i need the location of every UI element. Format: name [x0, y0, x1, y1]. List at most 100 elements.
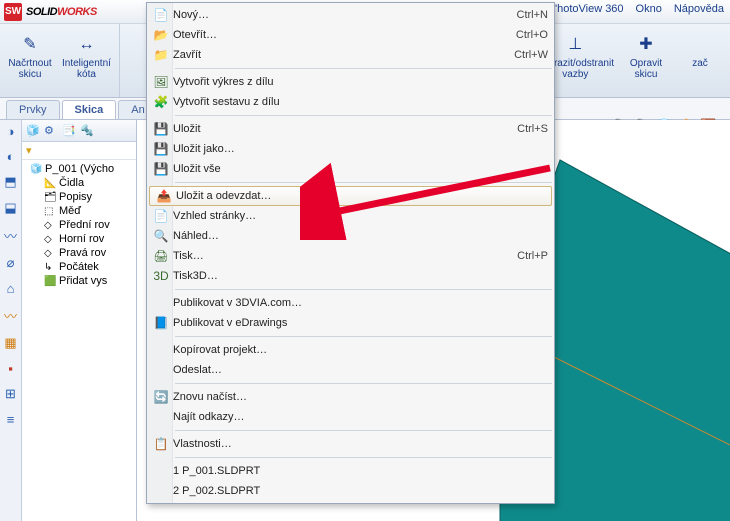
- feature-tree-panel: 🧊 ⚙ 📑 🔩 ▾ 🧊 P_001 (Výcho 📐Čidla🗂Popisy⬚M…: [22, 120, 137, 521]
- tool-icon[interactable]: ⬓: [4, 200, 16, 216]
- tree-item[interactable]: 🟩Přidat vys: [24, 274, 134, 288]
- tree-item[interactable]: ⬚Měď: [24, 204, 134, 218]
- sketch-button[interactable]: ✎ Načrtnout skicu: [8, 28, 52, 80]
- menu-item[interactable]: 💾UložitCtrl+S: [147, 119, 554, 139]
- menu-item-label: Uložit a odevzdat…: [176, 190, 545, 202]
- tool-icon[interactable]: ≡: [7, 412, 15, 427]
- panel-tab-icon[interactable]: ⚙: [44, 124, 58, 138]
- menu-item[interactable]: 📂Otevřít…Ctrl+O: [147, 25, 554, 45]
- funnel-icon: ▾: [26, 144, 32, 157]
- menu-item-icon: 📄: [149, 209, 173, 223]
- smart-dimension-button[interactable]: ↔ Inteligentní kóta: [62, 28, 111, 80]
- menu-item[interactable]: 🔄Znovu načíst…: [147, 387, 554, 407]
- tool-icon[interactable]: ▪: [8, 361, 13, 376]
- menu-item-label: Najít odkazy…: [173, 411, 548, 423]
- brand-works: WORKS: [57, 6, 97, 18]
- app-title: SOLIDWORKS: [26, 6, 97, 18]
- filter-bar[interactable]: ▾: [22, 142, 136, 160]
- panel-tab-icon[interactable]: 🧊: [26, 124, 40, 138]
- menu-item-label: Otevřít…: [173, 29, 516, 41]
- menu-separator: [175, 336, 552, 337]
- menu-item[interactable]: 🔍Náhled…: [147, 226, 554, 246]
- menu-item[interactable]: 📄Nový…Ctrl+N: [147, 5, 554, 25]
- tree-item[interactable]: ◇Přední rov: [24, 218, 134, 232]
- tool-icon[interactable]: ⬒: [4, 174, 16, 190]
- menu-item-label: Znovu načíst…: [173, 391, 548, 403]
- tool-icon[interactable]: ⌀: [7, 255, 15, 271]
- tool-icon[interactable]: 〰: [4, 226, 17, 245]
- tool-icon[interactable]: ⊞: [5, 386, 16, 402]
- feature-tree: 🧊 P_001 (Výcho 📐Čidla🗂Popisy⬚Měď◇Přední …: [22, 160, 136, 290]
- menu-item-label: Publikovat v eDrawings: [173, 317, 548, 329]
- tree-item-label: Pravá rov: [59, 247, 106, 259]
- tree-item-label: Popisy: [59, 191, 92, 203]
- tree-item[interactable]: ↳Počátek: [24, 260, 134, 274]
- tree-item-label: Měď: [59, 205, 81, 217]
- menu-item-label: Kopírovat projekt…: [173, 344, 548, 356]
- menu-item[interactable]: 3DTisk3D…: [147, 266, 554, 286]
- menu-item[interactable]: 1 P_001.SLDPRT: [147, 461, 554, 481]
- tree-root[interactable]: 🧊 P_001 (Výcho: [24, 162, 134, 176]
- menu-item[interactable]: Najít odkazy…: [147, 407, 554, 427]
- menu-item[interactable]: 💾Uložit vše: [147, 159, 554, 179]
- menu-separator: [175, 457, 552, 458]
- tree-item-icon: ⬚: [44, 206, 56, 217]
- menu-photoview[interactable]: 'hotoView 360: [555, 3, 624, 15]
- menu-item[interactable]: 💾Uložit jako…: [147, 139, 554, 159]
- menu-item-label: Náhled…: [173, 230, 548, 242]
- zac-label: zač: [692, 58, 708, 69]
- menu-item-label: Uložit vše: [173, 163, 548, 175]
- tab-prvky[interactable]: Prvky: [6, 100, 60, 119]
- tree-item-icon: ◇: [44, 248, 56, 259]
- menu-separator: [175, 383, 552, 384]
- menu-item-label: Odeslat…: [173, 364, 548, 376]
- tree-item[interactable]: 📐Čidla: [24, 176, 134, 190]
- panel-tab-icon[interactable]: 📑: [62, 124, 76, 138]
- menu-item[interactable]: 📁ZavřítCtrl+W: [147, 45, 554, 65]
- tree-item-icon: ↳: [44, 262, 56, 273]
- menu-item-icon: 📁: [149, 48, 173, 62]
- menu-item-icon: 3D: [149, 269, 173, 283]
- zac-button[interactable]: zač: [678, 28, 722, 69]
- menu-item[interactable]: 📘Publikovat v eDrawings: [147, 313, 554, 333]
- menu-item[interactable]: 2 P_002.SLDPRT: [147, 481, 554, 501]
- menu-item[interactable]: 📤Uložit a odevzdat…: [149, 186, 552, 206]
- menu-okno[interactable]: Okno: [636, 3, 662, 15]
- relations-icon: ⊥: [563, 32, 587, 56]
- tree-item-label: Čidla: [59, 177, 84, 189]
- menu-item-icon: 💾: [149, 142, 173, 156]
- tree-root-label: P_001 (Výcho: [45, 163, 114, 175]
- menu-item-label: Uložit: [173, 123, 517, 135]
- tool-icon[interactable]: ▦: [4, 335, 16, 351]
- menu-item[interactable]: 📄Vzhled stránky…: [147, 206, 554, 226]
- menu-item[interactable]: 🖼Vytvořit výkres z dílu: [147, 72, 554, 92]
- menu-item-label: Vzhled stránky…: [173, 210, 548, 222]
- menu-item-label: Nový…: [173, 9, 517, 21]
- menu-item-label: Tisk…: [173, 250, 517, 262]
- menu-item-shortcut: Ctrl+W: [514, 49, 548, 61]
- repair-sketch-button[interactable]: ✚ Opravit skicu: [624, 28, 668, 80]
- menu-item[interactable]: Kopírovat projekt…: [147, 340, 554, 360]
- menu-item[interactable]: 🧩Vytvořit sestavu z dílu: [147, 92, 554, 112]
- menu-napoveda[interactable]: Nápověda: [674, 3, 724, 15]
- menu-item-icon: 🖨: [149, 249, 173, 263]
- menu-item[interactable]: 📋Vlastnosti…: [147, 434, 554, 454]
- menu-item[interactable]: Odeslat…: [147, 360, 554, 380]
- menu-item-icon: 🧩: [149, 95, 173, 109]
- tree-item[interactable]: ◇Horní rov: [24, 232, 134, 246]
- tree-item[interactable]: ◇Pravá rov: [24, 246, 134, 260]
- tool-icon[interactable]: ◐: [7, 149, 15, 164]
- menu-item[interactable]: Publikovat v 3DVIA.com…: [147, 293, 554, 313]
- tool-icon[interactable]: ◑: [7, 124, 15, 139]
- tool-icon[interactable]: ⌂: [7, 281, 15, 296]
- menu-item-shortcut: Ctrl+O: [516, 29, 548, 41]
- menu-item[interactable]: 🖨Tisk…Ctrl+P: [147, 246, 554, 266]
- tab-skica[interactable]: Skica: [62, 100, 117, 119]
- tool-icon[interactable]: 〰: [4, 306, 17, 325]
- menu-item-label: Zavřít: [173, 49, 514, 61]
- panel-tab-icon[interactable]: 🔩: [80, 124, 94, 138]
- zac-icon: [688, 32, 712, 56]
- tree-item[interactable]: 🗂Popisy: [24, 190, 134, 204]
- menu-separator: [175, 430, 552, 431]
- sketch-label: Načrtnout skicu: [8, 58, 51, 80]
